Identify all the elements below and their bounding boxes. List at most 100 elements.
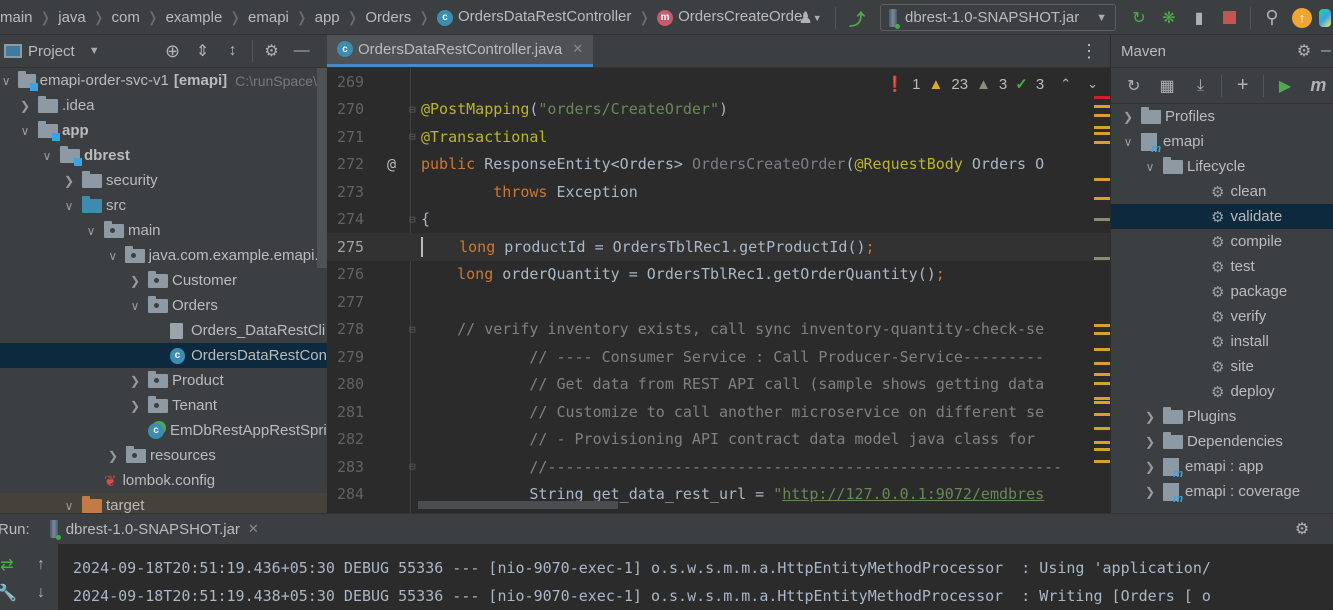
error-stripe-mark[interactable]: [1094, 114, 1110, 117]
maven-tree-item[interactable]: ⚙ verify: [1111, 304, 1333, 329]
chevron-right-icon[interactable]: ❯: [62, 174, 76, 188]
tree-item[interactable]: ∨ src: [0, 193, 327, 218]
line-number[interactable]: 282: [327, 430, 387, 448]
code-line[interactable]: 270 ⊟ @PostMapping("orders/CreateOrder"): [327, 96, 1110, 124]
chevron-down-icon[interactable]: ∨: [84, 224, 98, 238]
gear-icon[interactable]: ⚙: [1289, 516, 1315, 542]
error-stripe-mark[interactable]: [1094, 460, 1110, 463]
project-scrollbar[interactable]: [317, 68, 327, 268]
maven-tree-item[interactable]: ∨ emapi: [1111, 129, 1333, 155]
line-number[interactable]: 281: [327, 403, 387, 421]
chevron-down-icon[interactable]: ▼: [89, 45, 100, 57]
error-stripe-mark[interactable]: [1094, 132, 1110, 135]
maven-tree-item[interactable]: ⚙ deploy: [1111, 379, 1333, 404]
maven-tree-item[interactable]: ❯ Profiles: [1111, 104, 1333, 129]
project-panel-title[interactable]: Project: [28, 43, 75, 60]
expand-all-icon[interactable]: ⇕: [190, 38, 216, 64]
fold-icon[interactable]: ⊟: [409, 130, 421, 143]
code-line[interactable]: 280 // Get data from REST API call (samp…: [327, 371, 1110, 399]
maven-tree-item[interactable]: ⚙ site: [1111, 354, 1333, 379]
more-options-icon[interactable]: ⋮: [1080, 41, 1098, 62]
wrench-icon[interactable]: 🔧: [0, 580, 20, 606]
line-number[interactable]: 269: [327, 73, 387, 91]
tree-item[interactable]: ∨ Orders: [0, 293, 327, 318]
close-icon[interactable]: ✕: [572, 41, 583, 57]
error-stripe-mark[interactable]: [1094, 218, 1110, 221]
error-stripe-mark[interactable]: [1094, 126, 1110, 129]
chevron-down-icon[interactable]: ∨: [0, 74, 12, 88]
code-area[interactable]: 269 270 ⊟ @PostMapping("orders/CreateOrder"…: [327, 68, 1110, 508]
chevron-down-icon[interactable]: ∨: [128, 299, 142, 313]
line-number[interactable]: 277: [327, 293, 387, 311]
up-arrow-icon[interactable]: ↑: [28, 552, 54, 578]
hide-panel-icon[interactable]: —: [1321, 38, 1331, 64]
run-icon[interactable]: ▶: [1272, 73, 1297, 99]
build-hammer-icon[interactable]: ⤴: [844, 5, 870, 31]
add-icon[interactable]: +: [1230, 73, 1255, 99]
error-stripe-mark[interactable]: [1094, 362, 1110, 365]
code-line[interactable]: 273 throws Exception: [327, 178, 1110, 206]
fold-icon[interactable]: ⊟: [409, 213, 421, 226]
rerun-icon[interactable]: ↻: [1126, 5, 1152, 31]
line-number[interactable]: 272: [327, 155, 387, 173]
code-line[interactable]: 274 ⊟{: [327, 206, 1110, 234]
code-line[interactable]: 271 ⊟ @Transactional: [327, 123, 1110, 151]
tree-item[interactable]: ❯ .idea: [0, 93, 327, 118]
gear-icon[interactable]: ⚙: [259, 38, 285, 64]
chevron-right-icon[interactable]: ❯: [128, 274, 142, 288]
user-icon[interactable]: ♟ ▼: [793, 5, 827, 31]
error-stripe-mark[interactable]: [1094, 324, 1110, 327]
horizontal-scrollbar[interactable]: [418, 501, 618, 509]
line-number[interactable]: 280: [327, 375, 387, 393]
maven-tree-item[interactable]: ⚙ validate: [1111, 204, 1333, 229]
maven-tree-item[interactable]: ⚙ package: [1111, 279, 1333, 304]
code-line[interactable]: 283 ⊟ //---------------------------------…: [327, 453, 1110, 481]
maven-tree-item[interactable]: ⚙ compile: [1111, 229, 1333, 254]
maven-tree-item[interactable]: ⚙ test: [1111, 254, 1333, 279]
down-arrow-icon[interactable]: ↓: [28, 580, 54, 606]
rerun-icon[interactable]: ⇄: [0, 552, 20, 578]
error-stripe-mark[interactable]: [1094, 441, 1110, 444]
error-stripe-mark[interactable]: [1094, 141, 1110, 144]
tree-item[interactable]: ❯ Customer: [0, 268, 327, 293]
breadcrumb-item[interactable]: emapi: [248, 9, 289, 26]
chevron-right-icon[interactable]: ❯: [106, 449, 120, 463]
line-number[interactable]: 284: [327, 485, 387, 503]
error-stripe-mark[interactable]: [1094, 257, 1110, 260]
plugin-icon[interactable]: [1319, 5, 1331, 31]
error-stripe-mark[interactable]: [1094, 448, 1110, 451]
code-line[interactable]: 279 // ---- Consumer Service : Call Prod…: [327, 343, 1110, 371]
error-stripe-mark[interactable]: [1094, 401, 1110, 404]
annotation-gutter-icon[interactable]: @: [387, 155, 409, 173]
tree-item[interactable]: ❦ lombok.config: [0, 468, 327, 493]
next-highlight-icon[interactable]: ⌄: [1087, 76, 1098, 92]
line-number[interactable]: 271: [327, 128, 387, 146]
error-stripe-mark[interactable]: [1094, 105, 1110, 108]
tree-item[interactable]: ∨ java.com.example.emapi.a: [0, 243, 327, 268]
tree-item[interactable]: c OrdersDataRestCon: [0, 343, 327, 368]
chevron-down-icon[interactable]: ∨: [62, 199, 76, 213]
chevron-down-icon[interactable]: ∨: [106, 249, 119, 263]
code-line[interactable]: 281 // Customize to call another microse…: [327, 398, 1110, 426]
chevron-down-icon[interactable]: ∨: [40, 149, 54, 163]
tree-item[interactable]: c EmDbRestAppRestSpri: [0, 418, 327, 443]
tree-item[interactable]: Orders_DataRestCli: [0, 318, 327, 343]
line-number[interactable]: 276: [327, 265, 387, 283]
line-number[interactable]: 275: [327, 238, 387, 256]
chevron-right-icon[interactable]: ❯: [1121, 110, 1135, 124]
line-number[interactable]: 278: [327, 320, 387, 338]
update-icon[interactable]: ↑: [1289, 5, 1315, 31]
collapse-all-icon[interactable]: ↕: [220, 38, 246, 64]
breadcrumb-item[interactable]: app: [315, 9, 340, 26]
tree-item[interactable]: ❯ Product: [0, 368, 327, 393]
maven-tree-item[interactable]: ❯ emapi : coverage: [1111, 479, 1333, 505]
close-icon[interactable]: ✕: [248, 521, 259, 537]
error-stripe-mark[interactable]: [1094, 96, 1110, 99]
breadcrumb-item[interactable]: main: [0, 9, 33, 26]
reload-icon[interactable]: ↻: [1121, 73, 1146, 99]
chevron-right-icon[interactable]: ❯: [128, 399, 142, 413]
breadcrumb-item[interactable]: example: [166, 9, 223, 26]
execute-maven-goal-icon[interactable]: m: [1306, 73, 1331, 99]
search-icon[interactable]: ⚲: [1259, 5, 1285, 31]
fold-icon[interactable]: ⊟: [409, 460, 421, 473]
